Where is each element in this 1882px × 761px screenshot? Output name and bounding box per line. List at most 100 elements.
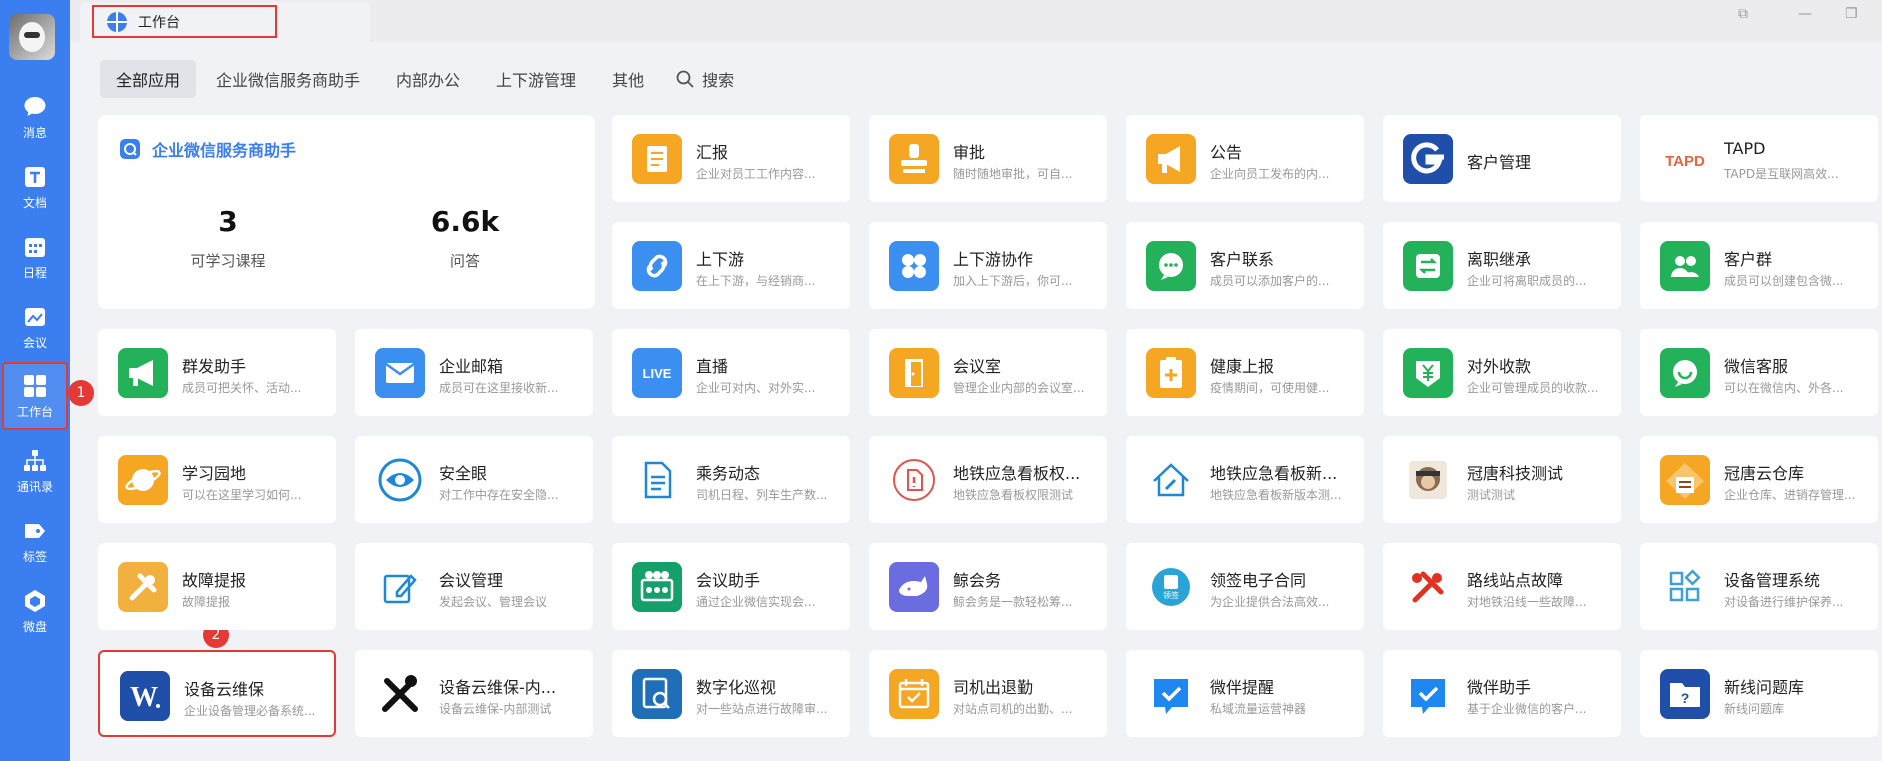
app-card[interactable]: 会议管理 发起会议、管理会议: [355, 543, 593, 630]
app-card[interactable]: 健康上报 疫情期间，可使用健...: [1126, 329, 1364, 416]
tab-workbench-inner[interactable]: 工作台: [92, 5, 277, 38]
sidebar-item-drive[interactable]: 微盘: [4, 580, 66, 642]
app-name: 离职继承: [1467, 250, 1532, 269]
tools-icon: [118, 562, 168, 612]
app-name: 直播: [696, 357, 729, 376]
category-service-helper[interactable]: 企业微信服务商助手: [200, 60, 376, 98]
app-card[interactable]: 对外收款 企业可管理成员的收款...: [1383, 329, 1621, 416]
group-icon: [1660, 241, 1710, 291]
app-card[interactable]: ? 新线问题库 新线问题库: [1640, 650, 1878, 737]
app-desc: 地铁应急看板新版本测...: [1210, 488, 1342, 502]
promo-title[interactable]: 企业微信服务商助手: [118, 137, 296, 161]
app-desc: 发起会议、管理会议: [439, 595, 548, 609]
tab-workbench[interactable]: 工作台: [80, 2, 370, 42]
stat-label: 问答: [449, 252, 480, 270]
app-desc: 故障提报: [182, 595, 231, 609]
app-card[interactable]: 路线站点故障 对地铁沿线一些故障...: [1383, 543, 1621, 630]
app-card[interactable]: 故障提报 故障提报: [98, 543, 336, 630]
app-card[interactable]: 设备管理系统 对设备进行维护保养...: [1640, 543, 1878, 630]
minimize-icon[interactable]: —: [1798, 6, 1812, 22]
avatar[interactable]: [9, 14, 55, 60]
whale-icon: [889, 562, 939, 612]
app-name: 上下游: [696, 250, 745, 269]
stat-courses[interactable]: 3 可学习课程: [128, 205, 328, 271]
app-name: 地铁应急看板权...: [953, 464, 1081, 483]
sidebar-item-tags[interactable]: 标签: [4, 510, 66, 572]
category-all[interactable]: 全部应用: [100, 60, 197, 98]
app-desc: 基于企业微信的客户...: [1467, 702, 1587, 716]
app-card[interactable]: 会议室 管理企业内部的会议室...: [869, 329, 1107, 416]
app-card[interactable]: 客户群 成员可以创建包含微...: [1640, 222, 1878, 309]
sidebar-item-calendar[interactable]: 日程: [4, 226, 66, 288]
calendar-icon: [25, 237, 45, 257]
app-card[interactable]: 上下游协作 加入上下游后，你可...: [869, 222, 1107, 309]
app-name: 路线站点故障: [1467, 571, 1564, 590]
app-desc: 成员可以创建包含微...: [1724, 274, 1844, 288]
app-card[interactable]: 安全眼 对工作中存在安全隐...: [355, 436, 593, 523]
app-card[interactable]: 冠唐云仓库 企业仓库、进销存管理...: [1640, 436, 1878, 523]
category-supply-chain[interactable]: 上下游管理: [480, 60, 592, 98]
message-icon: [24, 96, 46, 116]
app-card[interactable]: 司机出退勤 对站点司机的出勤、...: [869, 650, 1107, 737]
app-card[interactable]: 会议助手 通过企业微信实现会...: [612, 543, 850, 630]
app-desc: 对设备进行维护保养...: [1724, 595, 1844, 609]
app-card[interactable]: 冠唐科技测试测试测试: [1383, 436, 1621, 523]
stamp-icon: [889, 134, 939, 184]
sidebar-item-label: 日程: [22, 265, 47, 280]
app-card[interactable]: 地铁应急看板权... 地铁应急看板权限测试: [869, 436, 1107, 523]
app-card[interactable]: 汇报 企业对员工工作内容...: [612, 115, 850, 202]
sidebar-item-contacts[interactable]: 通讯录: [4, 440, 66, 502]
stat-value: 3: [218, 205, 238, 238]
app-desc: 企业向员工发布的内...: [1210, 167, 1330, 181]
app-card[interactable]: 数字化巡视 对一些站点进行故障审...: [612, 650, 850, 737]
sidebar-item-docs[interactable]: 文档: [4, 156, 66, 218]
promo-title-text: 企业微信服务商助手: [152, 141, 297, 160]
contacts-icon: [24, 449, 46, 471]
app-card[interactable]: 公告 企业向员工发布的内...: [1126, 115, 1364, 202]
service-helper-card[interactable]: 企业微信服务商助手 3 可学习课程 6.6k 问答: [98, 115, 595, 309]
app-card[interactable]: 企业邮箱 成员可在这里接收新...: [355, 329, 593, 416]
broadcast-icon: [118, 348, 168, 398]
app-card[interactable]: 学习园地 可以在这里学习如何...: [98, 436, 336, 523]
search-button[interactable]: 搜索: [664, 67, 734, 91]
app-card[interactable]: 设备云维保-内... 设备云维保-内部测试: [355, 650, 593, 737]
category-other[interactable]: 其他: [596, 60, 660, 98]
app-card[interactable]: 鲸会务 鲸会务是一款轻松筹...: [869, 543, 1107, 630]
app-card[interactable]: 微伴提醒 私域流量运营神器: [1126, 650, 1364, 737]
tab-bar: 工作台 ⧉ — ❐: [70, 0, 1882, 42]
eye-icon: [375, 455, 425, 505]
app-name: 汇报: [696, 143, 729, 162]
app-card[interactable]: 乘务动态 司机日程、列车生产数...: [612, 436, 850, 523]
app-card[interactable]: LIVE 直播 企业可对内、对外实...: [612, 329, 850, 416]
health-clipboard-icon: [1146, 348, 1196, 398]
app-card[interactable]: 微信客服 可以在微信内、外各...: [1640, 329, 1878, 416]
restore-icon[interactable]: ❐: [1845, 6, 1858, 22]
cross-tools-icon: [375, 669, 425, 719]
app-card[interactable]: 微伴助手 基于企业微信的客户...: [1383, 650, 1621, 737]
app-card[interactable]: 地铁应急看板新... 地铁应急看板新版本测...: [1126, 436, 1364, 523]
app-desc: 测试测试: [1467, 488, 1516, 502]
app-card[interactable]: 群发助手 成员可把关怀、活动...: [98, 329, 336, 416]
app-name: 客户联系: [1210, 250, 1275, 269]
app-name: 冠唐科技测试: [1467, 464, 1564, 483]
chat-bubble-icon: [1146, 241, 1196, 291]
app-card[interactable]: 离职继承企业可将离职成员的...: [1383, 222, 1621, 309]
app-card[interactable]: 审批 随时随地审批，可自...: [869, 115, 1107, 202]
category-internal-office[interactable]: 内部办公: [380, 60, 476, 98]
sidebar-item-meeting[interactable]: 会议: [4, 296, 66, 358]
app-card[interactable]: W 设备云维保 企业设备管理必备系统...: [98, 650, 336, 737]
app-desc: 成员可把关怀、活动...: [182, 381, 302, 395]
app-card[interactable]: 客户联系 成员可以添加客户的...: [1126, 222, 1364, 309]
app-card[interactable]: TAPD TAPD TAPD是互联网高效...: [1640, 115, 1878, 202]
app-desc: 对一些站点进行故障审...: [696, 702, 828, 716]
app-card[interactable]: 客户管理: [1383, 115, 1621, 202]
svg-text:W: W: [130, 682, 158, 713]
app-card[interactable]: 上下游 在上下游，与经销商...: [612, 222, 850, 309]
popout-icon[interactable]: ⧉: [1738, 6, 1748, 22]
app-card[interactable]: 领签 领签电子合同 为企业提供合法高效...: [1126, 543, 1364, 630]
drive-icon: [25, 589, 45, 612]
stat-qa[interactable]: 6.6k 问答: [365, 205, 565, 271]
app-desc: 企业可将离职成员的...: [1467, 274, 1587, 288]
sidebar-item-workbench[interactable]: 工作台: [2, 362, 68, 430]
sidebar-item-messages[interactable]: 消息: [4, 86, 66, 148]
